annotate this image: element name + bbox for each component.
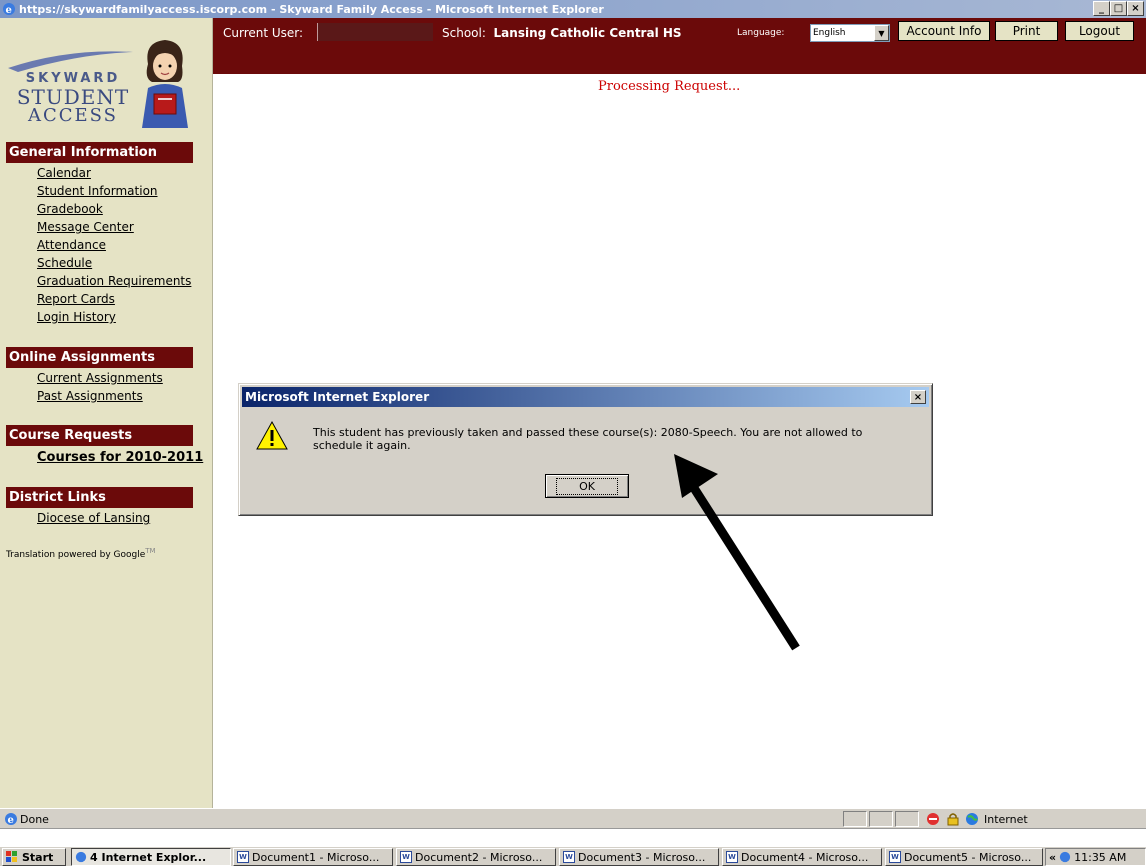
dropdown-arrow-icon[interactable]: ▼ [874, 25, 889, 41]
dialog-message: This student has previously taken and pa… [313, 426, 863, 452]
nav-link-calendar[interactable]: Calendar [37, 166, 91, 180]
word-document-icon: W [563, 851, 575, 863]
section-header-general: General Information [6, 142, 193, 163]
taskbar-button-document1[interactable]: W Document1 - Microso... [233, 848, 393, 866]
header-bar: Current User: School: Lansing Catholic C… [213, 18, 1146, 74]
warning-icon [256, 420, 288, 450]
dialog-title: Microsoft Internet Explorer [245, 390, 430, 404]
nav-link-current-assignments[interactable]: Current Assignments [37, 371, 163, 385]
word-document-icon: W [400, 851, 412, 863]
maximize-button[interactable]: □ [1110, 1, 1127, 16]
taskbar-button-label: Document2 - Microso... [415, 850, 543, 864]
nav-link-schedule[interactable]: Schedule [37, 256, 92, 270]
taskbar-button-document5[interactable]: W Document5 - Microso... [885, 848, 1043, 866]
section-header-course-requests: Course Requests [6, 425, 193, 446]
status-cell [895, 811, 919, 827]
student-mascot-icon [142, 40, 188, 128]
logo-line-student: STUDENT [16, 85, 130, 109]
page-done-icon: e [5, 813, 17, 826]
nav-link-message-center[interactable]: Message Center [37, 220, 134, 234]
start-button[interactable]: Start [2, 848, 66, 866]
taskbar-button-document2[interactable]: W Document2 - Microso... [396, 848, 556, 866]
annotation-arrow-icon [674, 454, 800, 651]
sidebar: SKYWARD STUDENT ACCESS General Informati… [0, 18, 213, 808]
security-zone-label: Internet [984, 813, 1028, 826]
nav-link-diocese-of-lansing[interactable]: Diocese of Lansing [37, 511, 150, 525]
language-select[interactable]: English ▼ [810, 24, 890, 42]
nav-link-graduation-requirements[interactable]: Graduation Requirements [37, 274, 191, 288]
school-label: School: [442, 26, 486, 40]
taskbar-button-document3[interactable]: W Document3 - Microso... [559, 848, 719, 866]
school-name: Lansing Catholic Central HS [493, 26, 682, 40]
nav-link-report-cards[interactable]: Report Cards [37, 292, 115, 306]
globe-icon [966, 813, 978, 825]
word-document-icon: W [726, 851, 738, 863]
status-cell [843, 811, 867, 827]
nav-link-login-history[interactable]: Login History [37, 310, 116, 324]
translation-credit[interactable]: Translation powered by GoogleTM [6, 547, 156, 560]
nav-link-attendance[interactable]: Attendance [37, 238, 106, 252]
taskbar-button-label: Document1 - Microso... [252, 850, 380, 864]
windows-flag-icon [6, 851, 17, 862]
language-select-value: English [813, 28, 846, 38]
word-document-icon: W [237, 851, 249, 863]
processing-message: Processing Request... [598, 79, 741, 94]
minimize-button[interactable]: _ [1093, 1, 1110, 16]
taskbar-button-label: Document5 - Microso... [904, 850, 1032, 864]
nav-link-past-assignments[interactable]: Past Assignments [37, 389, 143, 403]
clock[interactable]: 11:35 AM [1074, 851, 1126, 864]
account-info-button[interactable]: Account Info [898, 21, 990, 41]
internet-explorer-icon: e [3, 3, 15, 16]
section-header-district-links: District Links [6, 487, 193, 508]
window-title: https://skywardfamilyaccess.iscorp.com -… [19, 2, 604, 16]
lock-icon[interactable] [946, 812, 960, 826]
trademark-mark: TM [145, 547, 156, 555]
nav-link-student-information[interactable]: Student Information [37, 184, 158, 198]
svg-text:e: e [8, 815, 14, 826]
status-cell [869, 811, 893, 827]
logo-swoosh-icon [8, 51, 133, 72]
windows-taskbar: Start 4 Internet Explor... W Document1 -… [0, 846, 1146, 866]
svg-text:e: e [6, 5, 12, 16]
nav-link-gradebook[interactable]: Gradebook [37, 202, 103, 216]
ok-button-label: OK [556, 477, 618, 495]
translation-credit-text: Translation powered by Google [6, 550, 146, 560]
skyward-student-access-logo: SKYWARD STUDENT ACCESS [6, 24, 201, 144]
word-document-icon: W [889, 851, 901, 863]
browser-status-bar: e Done Internet [0, 808, 1146, 828]
dialog-close-icon[interactable]: × [910, 390, 926, 404]
start-label: Start [22, 850, 54, 864]
network-status-icon[interactable] [1059, 851, 1071, 863]
taskbar-button-internet-explorer[interactable]: 4 Internet Explor... [71, 848, 231, 866]
window-title-bar: e https://skywardfamilyaccess.iscorp.com… [0, 0, 1146, 18]
logo-line-skyward: SKYWARD [25, 71, 121, 86]
school-info: School: Lansing Catholic Central HS [442, 26, 682, 40]
taskbar-button-label: Document4 - Microso... [741, 850, 869, 864]
logo-line-access: ACCESS [27, 105, 119, 126]
language-label: Language: [737, 28, 785, 38]
status-text: Done [20, 813, 49, 826]
print-button[interactable]: Print [995, 21, 1058, 41]
popup-blocked-icon[interactable] [926, 812, 940, 826]
current-user-label: Current User: [223, 26, 304, 40]
tray-expand-chevron-icon[interactable]: « [1049, 851, 1056, 864]
taskbar-button-label: 4 Internet Explor... [90, 850, 207, 864]
alert-dialog: Microsoft Internet Explorer × This stude… [238, 383, 933, 516]
logout-button[interactable]: Logout [1065, 21, 1134, 41]
nav-link-courses-2010-2011[interactable]: Courses for 2010-2011 [37, 450, 203, 465]
internet-explorer-icon [75, 851, 87, 863]
close-window-button[interactable]: × [1127, 1, 1144, 16]
taskbar-button-document4[interactable]: W Document4 - Microso... [722, 848, 882, 866]
ok-button[interactable]: OK [545, 474, 629, 498]
section-header-online-assignments: Online Assignments [6, 347, 193, 368]
taskbar-separator [0, 828, 1146, 846]
taskbar-button-label: Document3 - Microso... [578, 850, 706, 864]
current-user-redacted [317, 23, 433, 41]
dialog-title-bar: Microsoft Internet Explorer × [242, 387, 929, 407]
system-tray: « 11:35 AM [1045, 848, 1146, 866]
